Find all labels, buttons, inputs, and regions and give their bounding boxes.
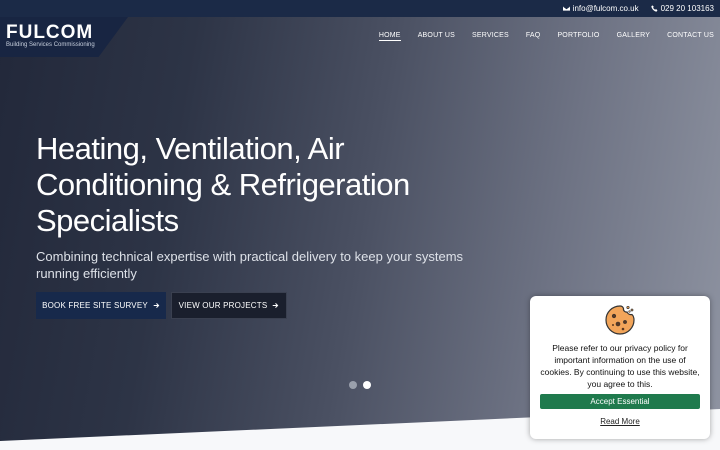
logo-tagline: Building Services Commissioning [6, 42, 95, 48]
nav-home[interactable]: HOME [378, 32, 401, 41]
cookie-message: Please refer to our privacy policy for i… [540, 343, 700, 389]
hero-section: info@fulcom.co.uk 029 20 103163 FULCOM B… [0, 0, 720, 450]
slider-dot-2[interactable] [363, 381, 371, 389]
main-nav: HOME ABOUT US SERVICES FAQ PORTFOLIO GAL… [378, 32, 714, 41]
cookie-banner: Please refer to our privacy policy for i… [530, 296, 710, 439]
nav-contact-us[interactable]: CONTACT US [667, 32, 714, 41]
book-site-survey-label: BOOK FREE SITE SURVEY [42, 301, 148, 310]
email-text: info@fulcom.co.uk [572, 4, 639, 13]
arrow-right-icon [153, 303, 160, 308]
headline-line-2: Conditioning & Refrigeration [36, 167, 410, 202]
headline-line-1: Heating, Ventilation, Air [36, 131, 345, 166]
email-link[interactable]: info@fulcom.co.uk [562, 4, 639, 13]
hero-headline: Heating, Ventilation, Air Conditioning &… [36, 131, 466, 239]
nav-gallery[interactable]: GALLERY [617, 32, 651, 41]
accept-essential-button[interactable]: Accept Essential [540, 394, 700, 409]
envelope-icon [562, 6, 570, 11]
slider-dot-1[interactable] [349, 381, 357, 389]
cookie-icon [605, 305, 635, 335]
nav-services[interactable]: SERVICES [472, 32, 509, 41]
nav-faq[interactable]: FAQ [526, 32, 541, 41]
logo[interactable]: FULCOM [6, 22, 93, 44]
view-projects-label: VIEW OUR PROJECTS [178, 301, 268, 310]
arrow-right-icon [273, 303, 279, 308]
hero-subheading: Combining technical expertise with pract… [36, 249, 464, 281]
phone-icon [650, 5, 658, 12]
phone-text: 029 20 103163 [660, 4, 714, 13]
read-more-link[interactable]: Read More [530, 417, 710, 426]
nav-portfolio[interactable]: PORTFOLIO [557, 32, 599, 41]
phone-link[interactable]: 029 20 103163 [650, 4, 714, 13]
logo-strip [0, 0, 128, 17]
book-site-survey-button[interactable]: BOOK FREE SITE SURVEY [36, 292, 166, 319]
view-projects-button[interactable]: VIEW OUR PROJECTS [171, 292, 287, 319]
headline-line-3: Specialists [36, 203, 179, 238]
slider-dots [349, 381, 371, 389]
nav-about-us[interactable]: ABOUT US [418, 32, 455, 41]
